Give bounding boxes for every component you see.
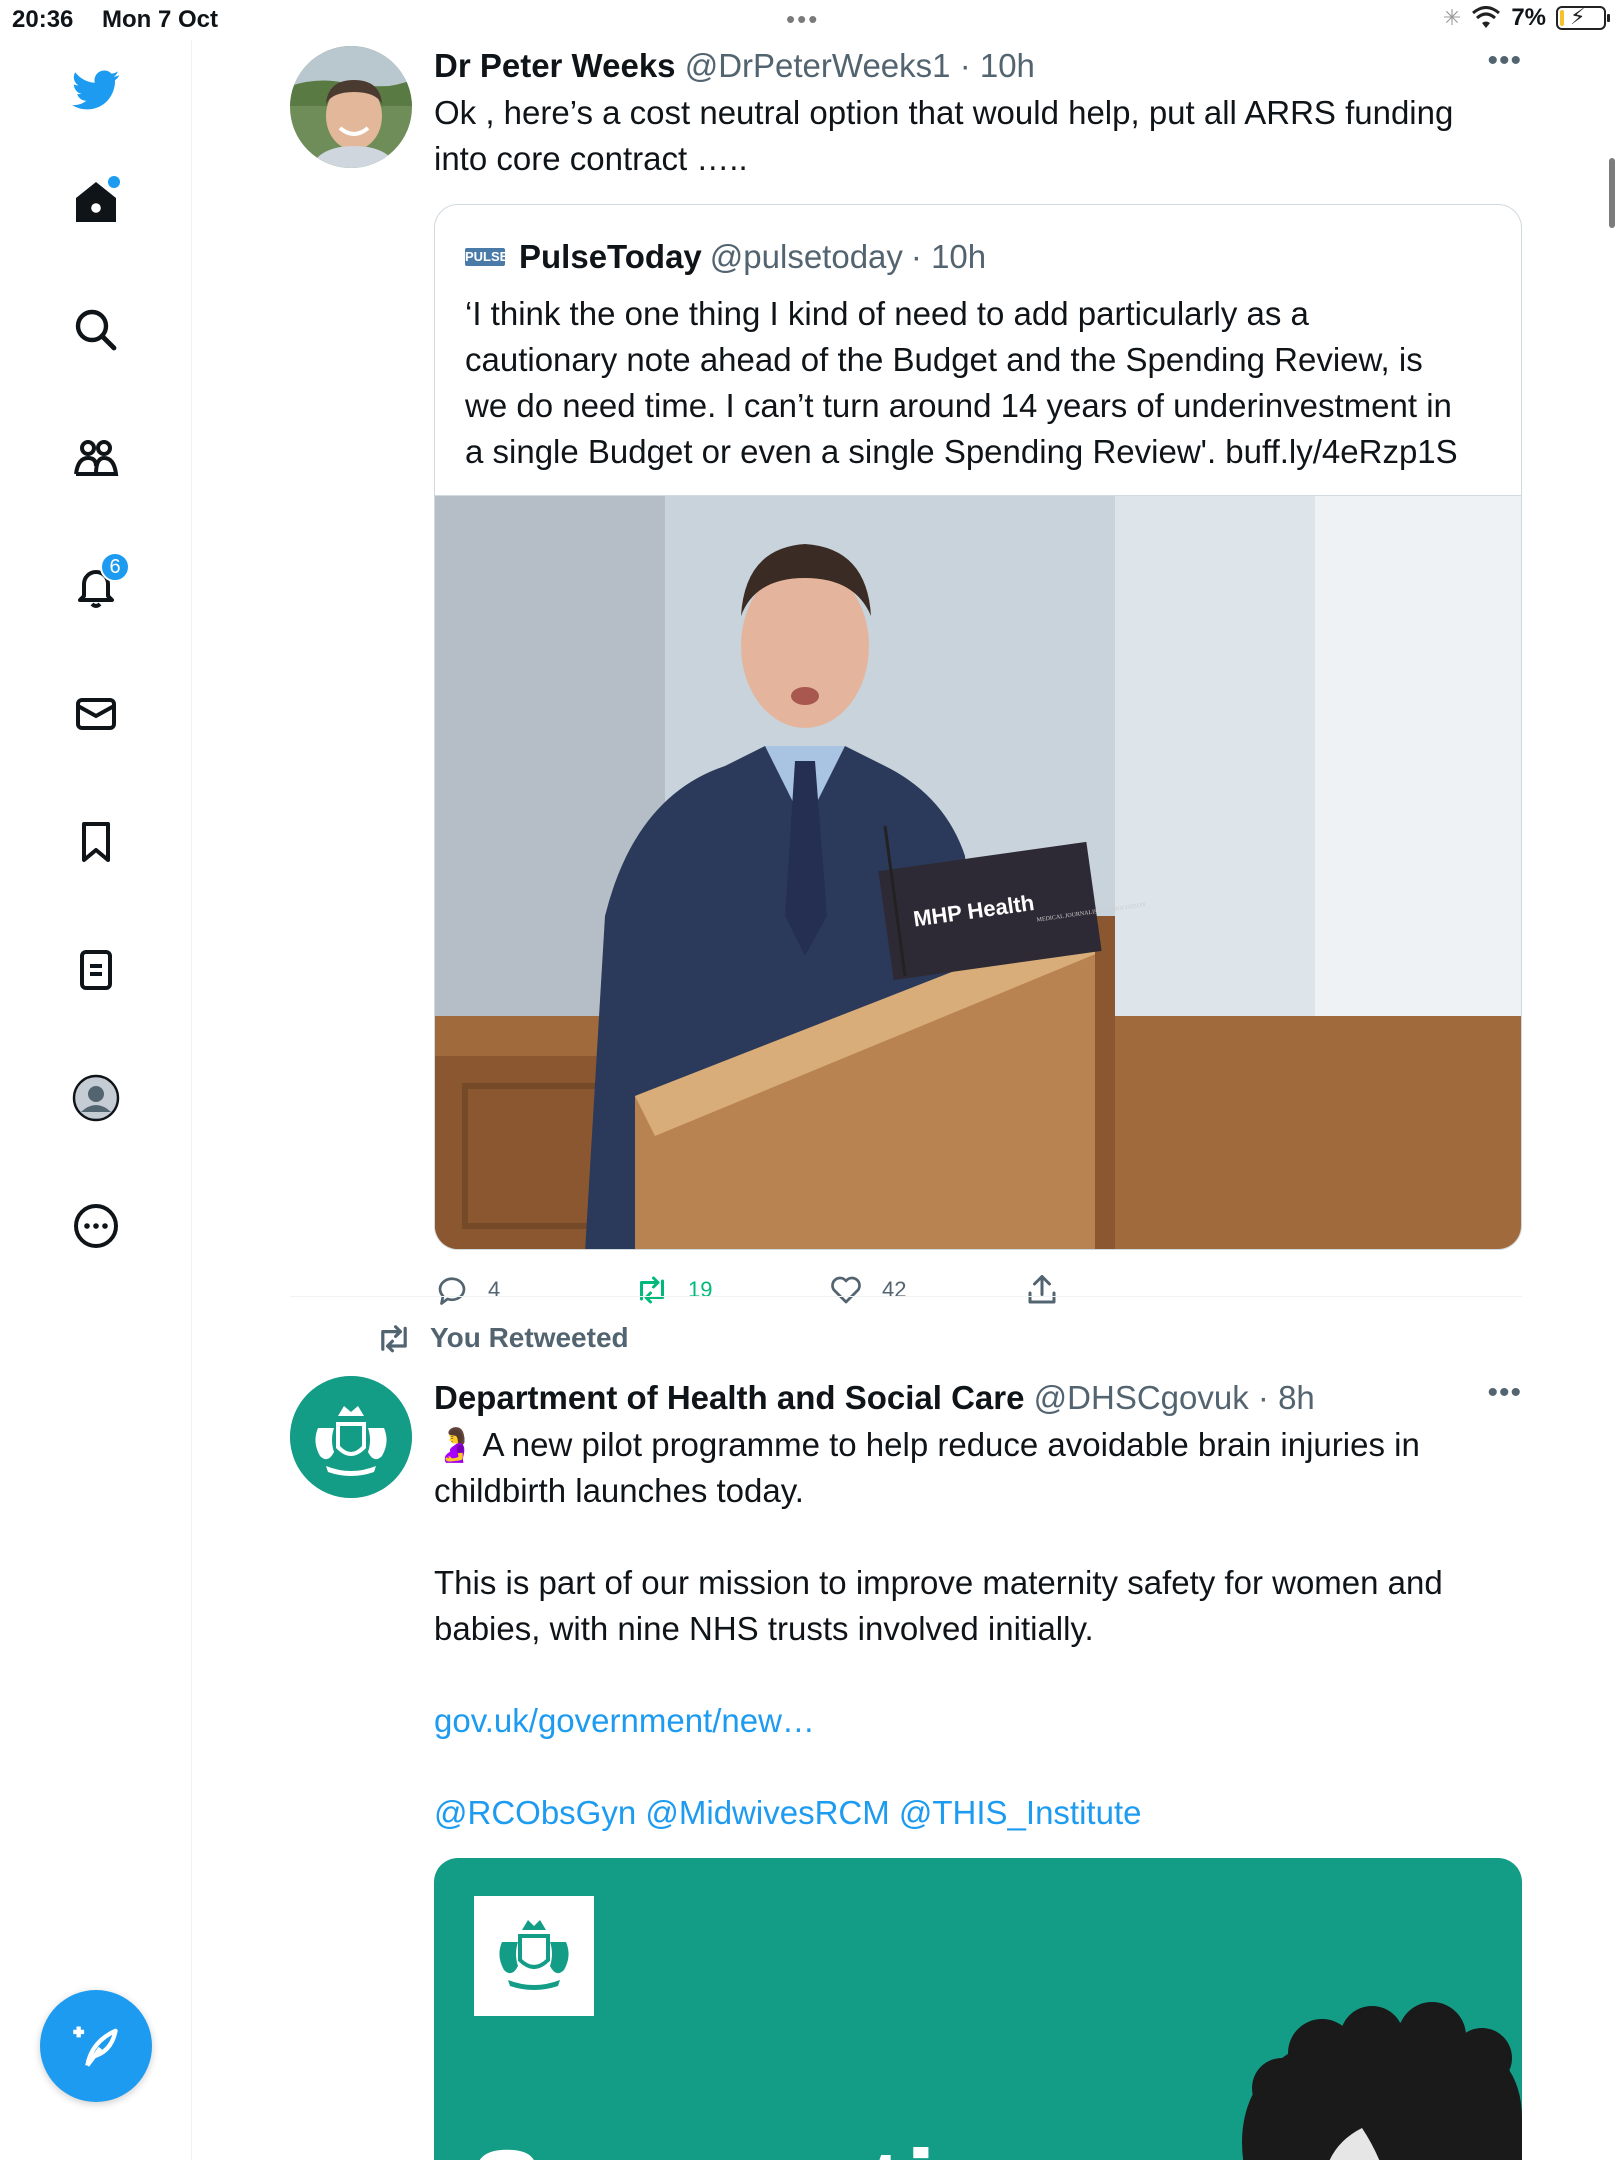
multitasking-dots-icon[interactable]: ••• [786, 4, 819, 35]
nav-home[interactable] [60, 166, 132, 238]
activity-spinner-icon: ✳ [1442, 5, 1462, 30]
author-name[interactable]: Dr Peter Weeks [434, 47, 676, 84]
quoted-text-link[interactable]: buff.ly/4eRzp1S [1225, 433, 1457, 470]
nav-search[interactable] [60, 294, 132, 366]
twitter-logo-icon[interactable] [60, 54, 132, 126]
nav-messages[interactable] [60, 678, 132, 750]
mail-icon [76, 698, 116, 730]
retweet-icon [640, 1276, 664, 1304]
nav-bookmarks[interactable] [60, 806, 132, 878]
tweet[interactable]: Department of Health and Social Care @DH… [290, 1376, 1522, 2160]
tweet-text-line: into core contract ….. [434, 140, 748, 177]
quoted-tweet-header: PULSE PulseToday @pulsetoday · 10h [465, 235, 986, 279]
quoted-tweet[interactable]: PULSE PulseToday @pulsetoday · 10h ‘I th… [434, 204, 1522, 1250]
nav-notifications[interactable]: 6 [60, 550, 132, 622]
battery-icon: ⚡ [1556, 4, 1610, 30]
quoted-text-line: a single Budget or even a single Spendin… [465, 429, 1505, 475]
search-icon [75, 309, 117, 351]
avatar[interactable] [290, 46, 412, 168]
more-options-icon[interactable]: ••• [1487, 44, 1522, 78]
lists-icon [80, 950, 112, 990]
nav-profile[interactable] [60, 1062, 132, 1134]
tweet-header: Dr Peter Weeks @DrPeterWeeks1 · 10h [434, 44, 1522, 88]
reply-count: 4 [488, 1277, 501, 1302]
speaker-at-podium-photo: MHP Health MEDICAL JOURNALISTS' ASSOCIAT… [435, 496, 1521, 1249]
author-handle[interactable]: @DHSCgovuk [1034, 1379, 1249, 1416]
quoted-text-line: we do need time. I can’t turn around 14 … [465, 387, 1452, 424]
nav-more[interactable] [60, 1190, 132, 1262]
status-date: Mon 7 Oct [102, 6, 219, 33]
heart-icon [831, 1276, 861, 1304]
tweet-text: 🤰 A new pilot programme to help reduce a… [434, 1422, 1522, 1836]
retweet-indicator-label[interactable]: You Retweeted [430, 1322, 629, 1354]
scrollbar[interactable] [1609, 158, 1615, 228]
retweet-indicator-icon [381, 1325, 407, 1353]
like-count: 42 [882, 1277, 907, 1302]
crest-box [474, 1896, 594, 2016]
more-options-icon[interactable]: ••• [1487, 1376, 1522, 1410]
quoted-text-fragment: a single Budget or even a single Spendin… [465, 433, 1226, 470]
royal-coat-of-arms-icon [290, 1376, 412, 1498]
tweet-text-line: 🤰 A new pilot programme to help reduce a… [434, 1422, 1522, 1468]
quoted-author-name: PulseToday [519, 238, 702, 275]
tweet-text-line: babies, with nine NHS trusts involved in… [434, 1610, 1094, 1647]
more-circle-icon [74, 1204, 118, 1248]
tweet-text-line: This is part of our mission to improve m… [434, 1564, 1443, 1601]
retweet-indicator: You Retweeted [374, 1322, 629, 1354]
retweet-button[interactable]: 19 [634, 1272, 712, 1308]
tweet-header: Department of Health and Social Care @DH… [434, 1376, 1522, 1420]
tweet-time[interactable]: · 8h [1258, 1379, 1315, 1416]
communities-icon [74, 440, 119, 476]
tweet[interactable]: Dr Peter Weeks @DrPeterWeeks1 · 10h ••• … [290, 44, 1522, 1305]
tweet-image[interactable]: Supporting [434, 1858, 1522, 2160]
tweet-link[interactable]: gov.uk/government/new… [434, 1698, 1522, 1744]
pulse-logo-avatar: PULSE [465, 248, 509, 266]
tweet-time[interactable]: · 10h [960, 47, 1035, 84]
compose-tweet-button[interactable] [40, 1990, 152, 2102]
quoted-text-line: ‘I think the one thing I kind of need to… [465, 295, 1309, 332]
nav-lists[interactable] [60, 934, 132, 1006]
tweet-divider [290, 1296, 1522, 1297]
tweet-text-fragment: A new pilot programme to help reduce avo… [475, 1426, 1420, 1463]
sidebar: 6 [0, 40, 192, 2160]
bird-icon [72, 70, 120, 110]
like-button[interactable]: 42 [828, 1272, 906, 1308]
quoted-tweet-text: ‘I think the one thing I kind of need to… [465, 291, 1505, 475]
tweet-text-line: childbirth launches today. [434, 1472, 804, 1509]
quoted-text-line: cautionary note ahead of the Budget and … [465, 341, 1423, 378]
share-button[interactable] [1024, 1272, 1060, 1308]
status-bar: 20:36 Mon 7 Oct ••• ✳ 7% ⚡ [0, 0, 1620, 40]
royal-crest-icon [499, 1920, 569, 1990]
wifi-icon [1472, 6, 1501, 28]
reply-button[interactable]: 4 [434, 1272, 500, 1308]
retweet-count: 19 [688, 1277, 713, 1302]
author-handle[interactable]: @DrPeterWeeks1 [685, 47, 951, 84]
tweet-mentions[interactable]: @RCObsGyn @MidwivesRCM @THIS_Institute [434, 1790, 1522, 1836]
tweet-text: Ok , here’s a cost neutral option that w… [434, 90, 1522, 182]
quoted-tweet-image[interactable]: MHP Health MEDICAL JOURNALISTS' ASSOCIAT… [435, 495, 1521, 1249]
share-icon [1028, 1275, 1056, 1304]
profile-avatar-icon [72, 1074, 120, 1122]
author-name[interactable]: Department of Health and Social Care [434, 1379, 1024, 1416]
reply-icon [438, 1277, 466, 1305]
notification-count-badge: 6 [100, 552, 130, 582]
pregnant-woman-emoji-icon: 🤰 [434, 1426, 476, 1463]
tweet-actions: 4 19 42 [434, 1272, 1134, 1312]
bookmark-icon [82, 822, 110, 862]
image-headline: Supporting [470, 2126, 1077, 2160]
compose-feather-icon [73, 2026, 118, 2067]
woman-hair-photo [1242, 2002, 1522, 2160]
avatar[interactable] [290, 1376, 412, 1498]
nav-communities[interactable] [60, 422, 132, 494]
home-unread-dot [108, 176, 120, 188]
quoted-author-handle: @pulsetoday [709, 238, 903, 275]
battery-percent: 7% [1511, 4, 1546, 31]
status-indicators: ✳ 7% ⚡ [1442, 4, 1610, 32]
tweet-text-line: Ok , here’s a cost neutral option that w… [434, 94, 1454, 131]
quoted-tweet-time: · 10h [910, 238, 987, 275]
status-time: 20:36 [12, 6, 74, 33]
avatar-photo [290, 46, 412, 168]
